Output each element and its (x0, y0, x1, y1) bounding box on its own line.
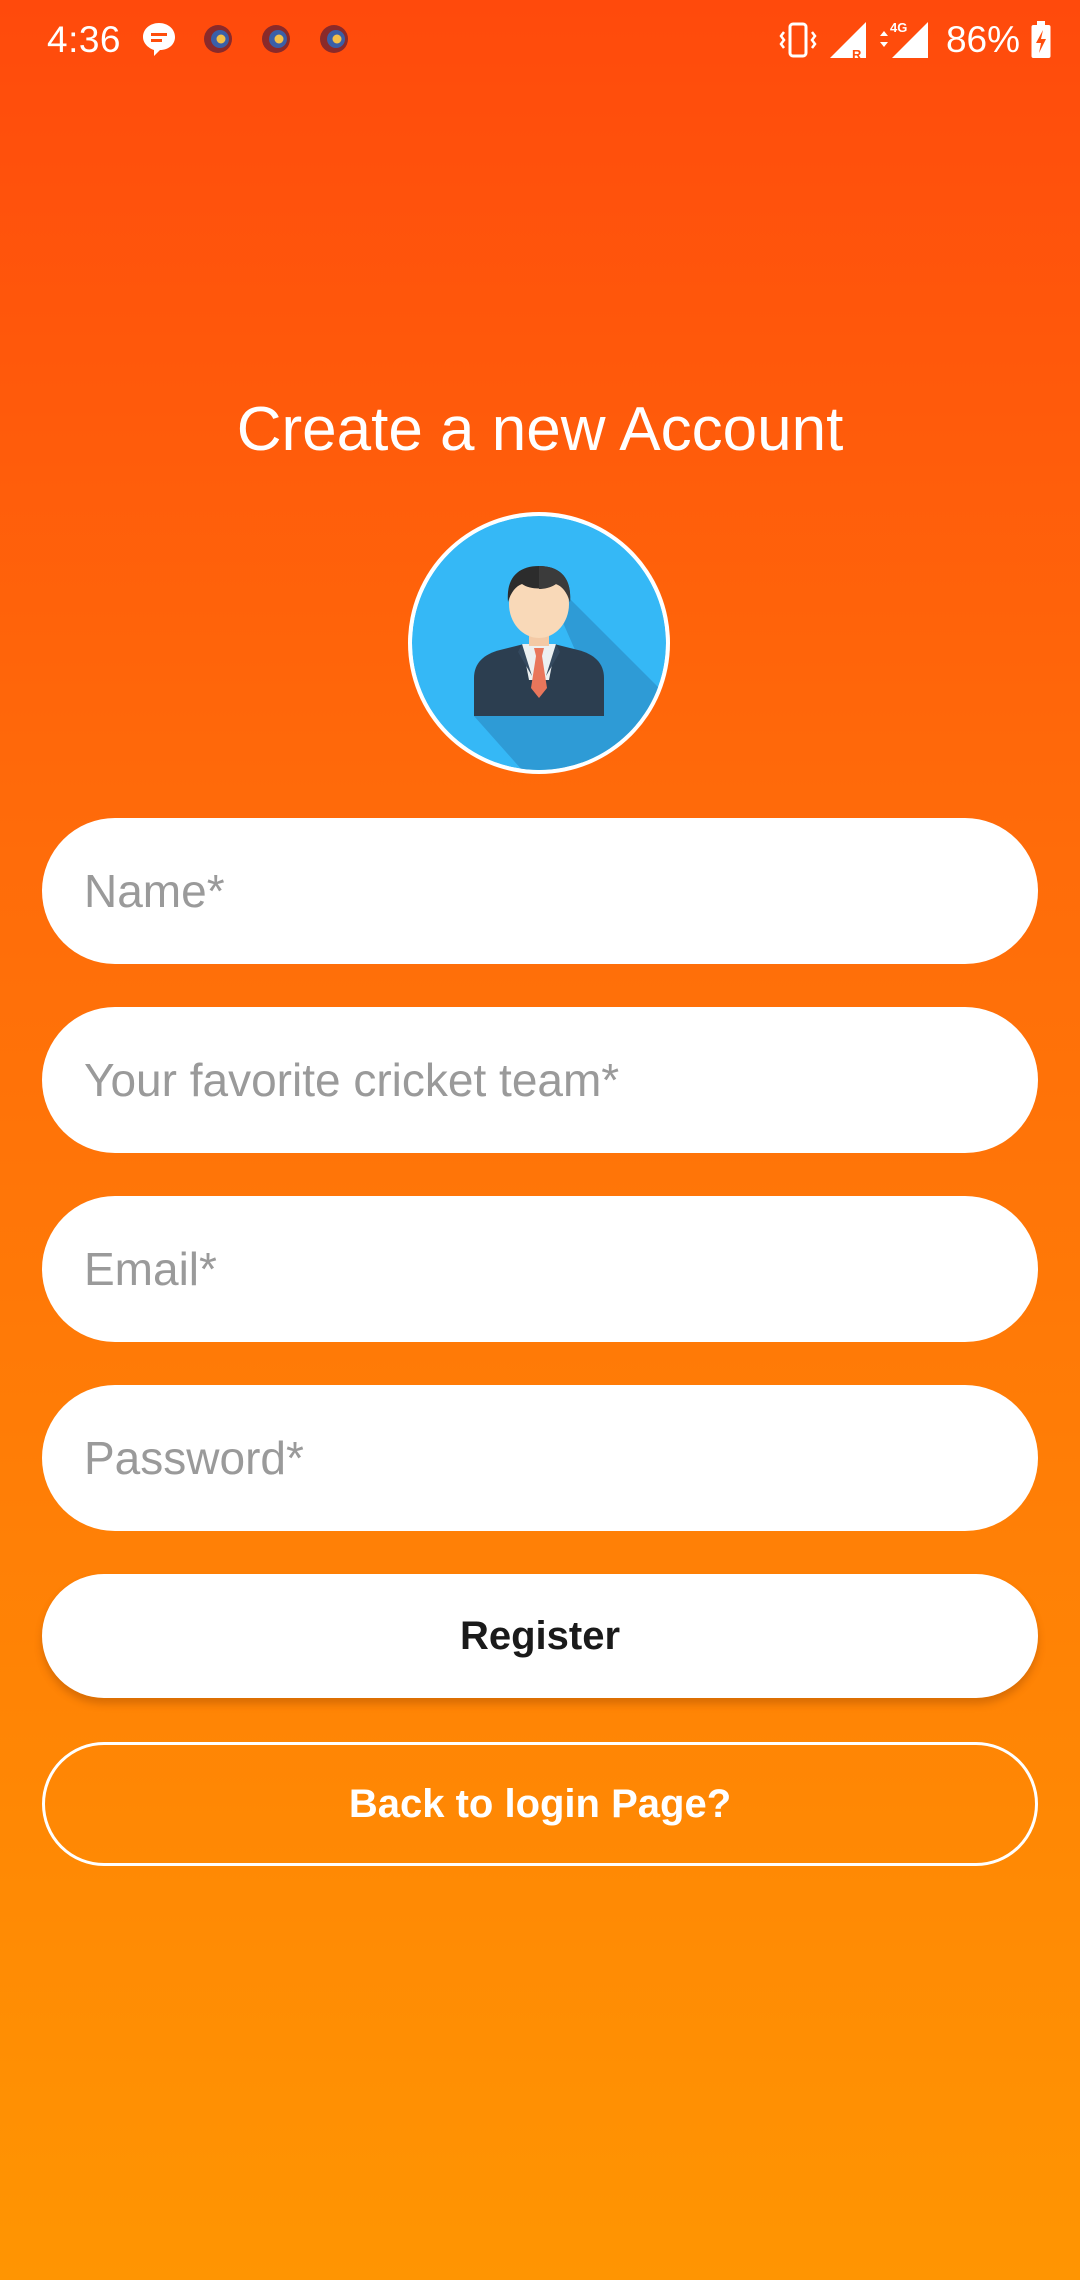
battery-percent: 86% (945, 19, 1020, 60)
battery-charging-icon (1031, 21, 1051, 58)
network-label: 4G (890, 20, 907, 35)
signal-4g-icon: 4G (879, 20, 928, 58)
message-bubble-icon (143, 23, 175, 56)
page-title: Create a new Account (236, 395, 844, 464)
email-field[interactable] (42, 1196, 1038, 1342)
vibrate-icon (779, 22, 817, 58)
status-right-group: R 4G 86% (778, 18, 1052, 62)
app-notification-icon (204, 25, 232, 53)
app-notification-icon (320, 25, 348, 53)
app-notification-icon (262, 25, 290, 53)
back-to-login-button[interactable]: Back to login Page? (42, 1742, 1038, 1866)
password-field[interactable] (42, 1385, 1038, 1531)
avatar[interactable] (408, 512, 670, 774)
user-avatar-icon (412, 516, 666, 770)
name-field[interactable] (42, 818, 1038, 964)
favorite-team-field[interactable] (42, 1007, 1038, 1153)
roaming-label: R (852, 47, 862, 62)
register-button[interactable]: Register (42, 1574, 1038, 1698)
signal-roaming-icon: R (829, 22, 866, 62)
status-time: 4:36 (47, 19, 122, 60)
status-bar: 4:36 R 4G 86% (0, 0, 1080, 82)
